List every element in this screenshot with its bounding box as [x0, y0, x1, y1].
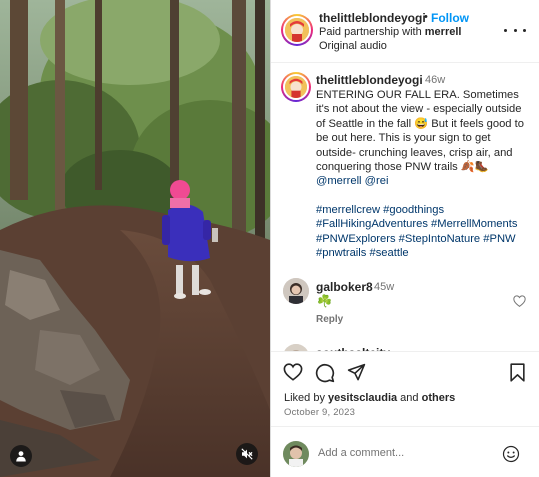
comment-text: ☘️ — [317, 294, 332, 308]
likes-summary[interactable]: Liked by yesitsclaudia and others — [284, 392, 455, 404]
caption-timestamp[interactable]: 46w — [425, 74, 445, 86]
partnership-prefix: Paid partnership with — [319, 26, 425, 38]
caption-username[interactable]: thelittleblondeyogi — [316, 73, 423, 87]
separator-dot: • — [424, 11, 428, 23]
liked-by-mid: and — [397, 392, 422, 404]
caption-body: ENTERING OUR FALL ERA. Sometimes it's no… — [316, 89, 524, 174]
liked-by-others[interactable]: others — [422, 392, 456, 404]
post-panel: thelittleblondeyogi • Follow Paid partne… — [270, 0, 539, 477]
user-tag-icon — [16, 451, 26, 462]
post-header: thelittleblondeyogi • Follow Paid partne… — [271, 0, 539, 63]
comment-icon[interactable] — [315, 363, 335, 383]
post-actions: Liked by yesitsclaudia and others Octobe… — [271, 351, 539, 426]
post-video[interactable] — [0, 0, 270, 477]
mention-rei[interactable]: @rei — [365, 175, 389, 187]
current-user-avatar — [283, 441, 309, 467]
author-avatar[interactable] — [281, 14, 313, 46]
reply-button[interactable]: Reply — [316, 314, 343, 325]
caption-author-avatar[interactable] — [281, 72, 311, 102]
comment-timestamp[interactable]: 45w — [374, 281, 394, 293]
mute-icon — [241, 448, 253, 460]
caption-text: ENTERING OUR FALL ERA. Sometimes it's no… — [316, 88, 530, 189]
mention-merrell[interactable]: @merrell — [316, 175, 362, 187]
more-options-button[interactable] — [504, 22, 526, 38]
avatar-image — [285, 18, 309, 42]
user-tag-button[interactable] — [10, 445, 32, 467]
heart-icon[interactable] — [283, 363, 303, 381]
liked-by-prefix: Liked by — [284, 392, 329, 404]
comments-section[interactable]: thelittleblondeyogi 46w ENTERING OUR FAL… — [271, 64, 539, 351]
partnership-label: Paid partnership with merrell — [319, 26, 461, 38]
comment-like-heart-icon[interactable] — [513, 295, 526, 307]
more-icon — [504, 28, 526, 32]
audio-label[interactable]: Original audio — [319, 40, 387, 52]
liked-by-user[interactable]: yesitsclaudia — [328, 392, 397, 404]
share-icon[interactable] — [347, 363, 366, 382]
avatar-image — [283, 344, 309, 351]
avatar-image — [283, 441, 309, 467]
mute-button[interactable] — [236, 443, 258, 465]
add-comment-input[interactable] — [318, 443, 488, 463]
avatar-image — [285, 76, 307, 98]
post-date[interactable]: October 9, 2023 — [284, 407, 355, 418]
commenter-avatar[interactable] — [283, 278, 309, 304]
avatar-image — [283, 278, 309, 304]
comment-username[interactable]: galboker8 — [316, 280, 373, 294]
follow-button[interactable]: Follow — [431, 11, 469, 25]
author-username[interactable]: thelittleblondeyogi — [319, 11, 426, 25]
emoji-icon[interactable] — [502, 445, 520, 463]
commenter-avatar[interactable] — [283, 344, 309, 351]
save-icon[interactable] — [509, 363, 526, 382]
caption-hashtags[interactable]: #merrellcrew #goodthings #FallHikingAdve… — [316, 203, 530, 261]
forest-trail-scene — [0, 0, 270, 477]
partner-link[interactable]: merrell — [425, 26, 462, 38]
add-comment-bar — [271, 426, 539, 477]
